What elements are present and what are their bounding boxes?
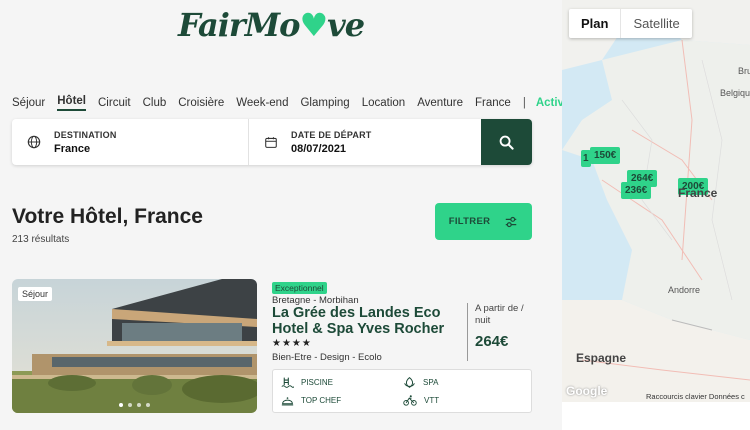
search-button[interactable]: [481, 119, 532, 165]
nav-item-france[interactable]: France: [475, 97, 511, 109]
nav-item-hotel[interactable]: Hôtel: [57, 95, 86, 111]
map-label-andorre: Andorre: [668, 285, 701, 295]
page-title: Votre Hôtel, France: [12, 205, 203, 228]
map-attribution[interactable]: Raccourcis clavier Données c: [646, 392, 745, 401]
pool-icon: [281, 377, 294, 388]
price-prefix: A partir de / nuit: [475, 303, 524, 326]
amenities-box: PISCINE SPA TOP CHEF VTT: [272, 369, 532, 413]
globe-icon: [27, 135, 41, 149]
spa-icon: [404, 377, 415, 388]
nav-item-circuit[interactable]: Circuit: [98, 97, 131, 109]
search-icon: [499, 135, 514, 150]
price-amount: 264€: [475, 333, 509, 350]
nav-item-location[interactable]: Location: [362, 97, 405, 109]
departure-date-field[interactable]: DATE DE DÉPART 08/07/2021: [249, 119, 481, 165]
map-type-satellite-button[interactable]: Satellite: [621, 9, 691, 38]
search-bar: DESTINATION France DATE DE DÉPART 08/07/…: [12, 119, 532, 165]
amenity-bike: VTT: [403, 394, 439, 407]
map-label-espagne: Espagne: [576, 351, 627, 365]
amenity-chef: TOP CHEF: [281, 394, 341, 407]
map-type-toggle: Plan Satellite: [569, 9, 692, 38]
amenity-spa: SPA: [403, 376, 438, 389]
sliders-icon: [506, 216, 517, 227]
google-logo: Google: [566, 384, 608, 398]
map-pin[interactable]: 150€: [590, 147, 621, 164]
hotel-photo[interactable]: Séjour: [12, 279, 257, 413]
photo-category-tag: Séjour: [18, 287, 53, 301]
filter-button[interactable]: FILTRER: [435, 203, 532, 240]
carousel-dots[interactable]: [12, 403, 257, 407]
nav-item-glamping[interactable]: Glamping: [300, 97, 349, 109]
destination-value: France: [54, 142, 91, 155]
hotel-name[interactable]: La Grée des Landes Eco Hotel & Spa Yves …: [272, 305, 452, 337]
destination-field[interactable]: DESTINATION France: [12, 119, 249, 165]
hotel-tags: Bien-Etre - Design - Ecolo: [272, 352, 382, 363]
map-bottom-strip: [562, 402, 750, 430]
filter-label: FILTRER: [448, 216, 491, 227]
nav-item-week-end[interactable]: Week-end: [236, 97, 288, 109]
map-label-bruxelles: Bru: [738, 66, 750, 76]
chef-icon: [281, 397, 294, 406]
bike-icon: [403, 395, 417, 406]
departure-date-value: 08/07/2021: [291, 142, 347, 155]
nav-item-croisiere[interactable]: Croisière: [178, 97, 224, 109]
rating-badge: Exceptionnel: [272, 282, 327, 294]
map-background: [562, 0, 750, 402]
nav-item-club[interactable]: Club: [143, 97, 167, 109]
price-box: A partir de / nuit 264€: [467, 303, 530, 361]
map-type-plan-button[interactable]: Plan: [569, 9, 622, 38]
results-count: 213 résultats: [12, 234, 70, 245]
amenity-pool: PISCINE: [281, 376, 333, 389]
nav-item-aventure[interactable]: Aventure: [417, 97, 463, 109]
departure-date-label: DATE DE DÉPART: [291, 129, 372, 140]
hotel-stars: ★★★★: [272, 338, 312, 349]
nav-separator: |: [522, 97, 526, 109]
map-label-france: France: [678, 186, 718, 200]
destination-label: DESTINATION: [54, 129, 117, 140]
results-panel: FairMo♥ve Séjour Hôtel Circuit Club Croi…: [0, 0, 584, 430]
map-pin[interactable]: 236€: [621, 182, 652, 199]
category-nav: Séjour Hôtel Circuit Club Croisière Week…: [12, 95, 596, 111]
fairmoove-logo[interactable]: FairMo♥ve: [178, 6, 365, 56]
nav-item-sejour[interactable]: Séjour: [12, 97, 45, 109]
map-label-belgique: Belgiqu: [720, 88, 750, 98]
map-view[interactable]: 1 150€ 264€ 236€ 200€ Belgiqu Bru France…: [562, 0, 750, 402]
calendar-icon: [265, 136, 277, 148]
